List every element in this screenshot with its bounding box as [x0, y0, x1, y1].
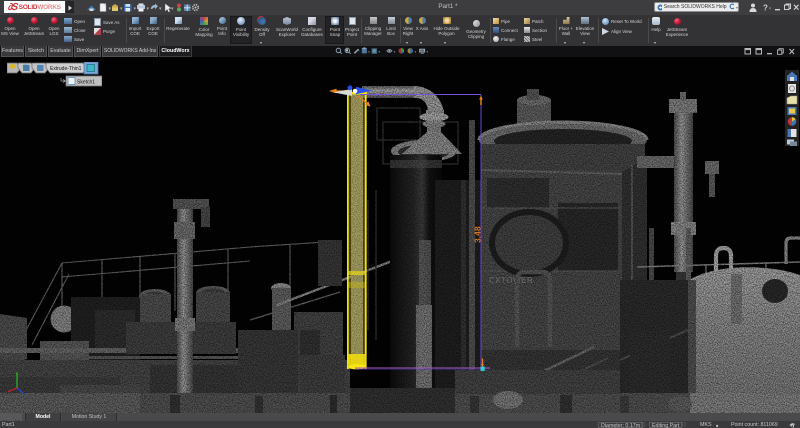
- svg-text:▾: ▾: [769, 6, 771, 11]
- svg-text:▾: ▾: [147, 6, 150, 12]
- svg-text:▾: ▾: [171, 6, 174, 12]
- svg-text:▾: ▾: [120, 6, 123, 12]
- svg-text:▾: ▾: [414, 50, 416, 54]
- svg-text:▾: ▾: [394, 50, 396, 54]
- svg-text:3.48: 3.48: [473, 226, 483, 243]
- svg-text:Sketch1: Sketch1: [77, 80, 95, 86]
- svg-text:▾: ▾: [368, 50, 370, 54]
- svg-text:?: ?: [763, 4, 768, 13]
- svg-text:CXTOWER: CXTOWER: [489, 276, 533, 285]
- svg-text:▾: ▾: [159, 6, 162, 12]
- svg-text:Extrude-Thin1: Extrude-Thin1: [50, 66, 82, 72]
- svg-text:▾: ▾: [426, 50, 428, 54]
- svg-text:▾: ▾: [134, 6, 137, 12]
- svg-text:▾: ▾: [378, 50, 380, 54]
- svg-text:▾: ▾: [109, 6, 112, 12]
